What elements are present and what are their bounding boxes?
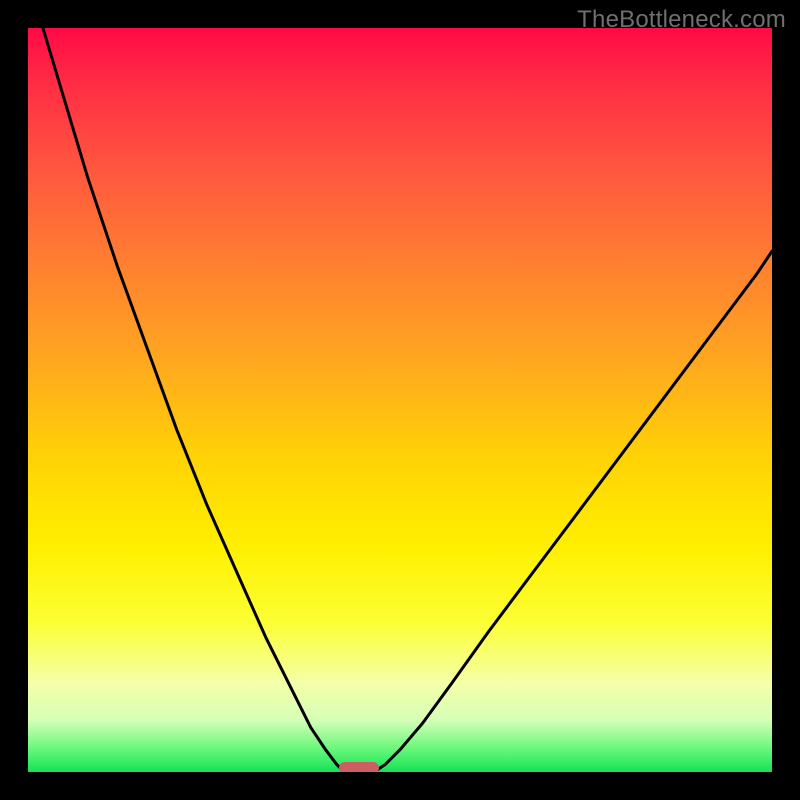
optimum-marker xyxy=(339,762,380,772)
plot-area xyxy=(28,28,772,772)
bottleneck-curve xyxy=(28,28,772,772)
chart-frame: TheBottleneck.com xyxy=(0,0,800,800)
watermark-text: TheBottleneck.com xyxy=(577,6,786,34)
